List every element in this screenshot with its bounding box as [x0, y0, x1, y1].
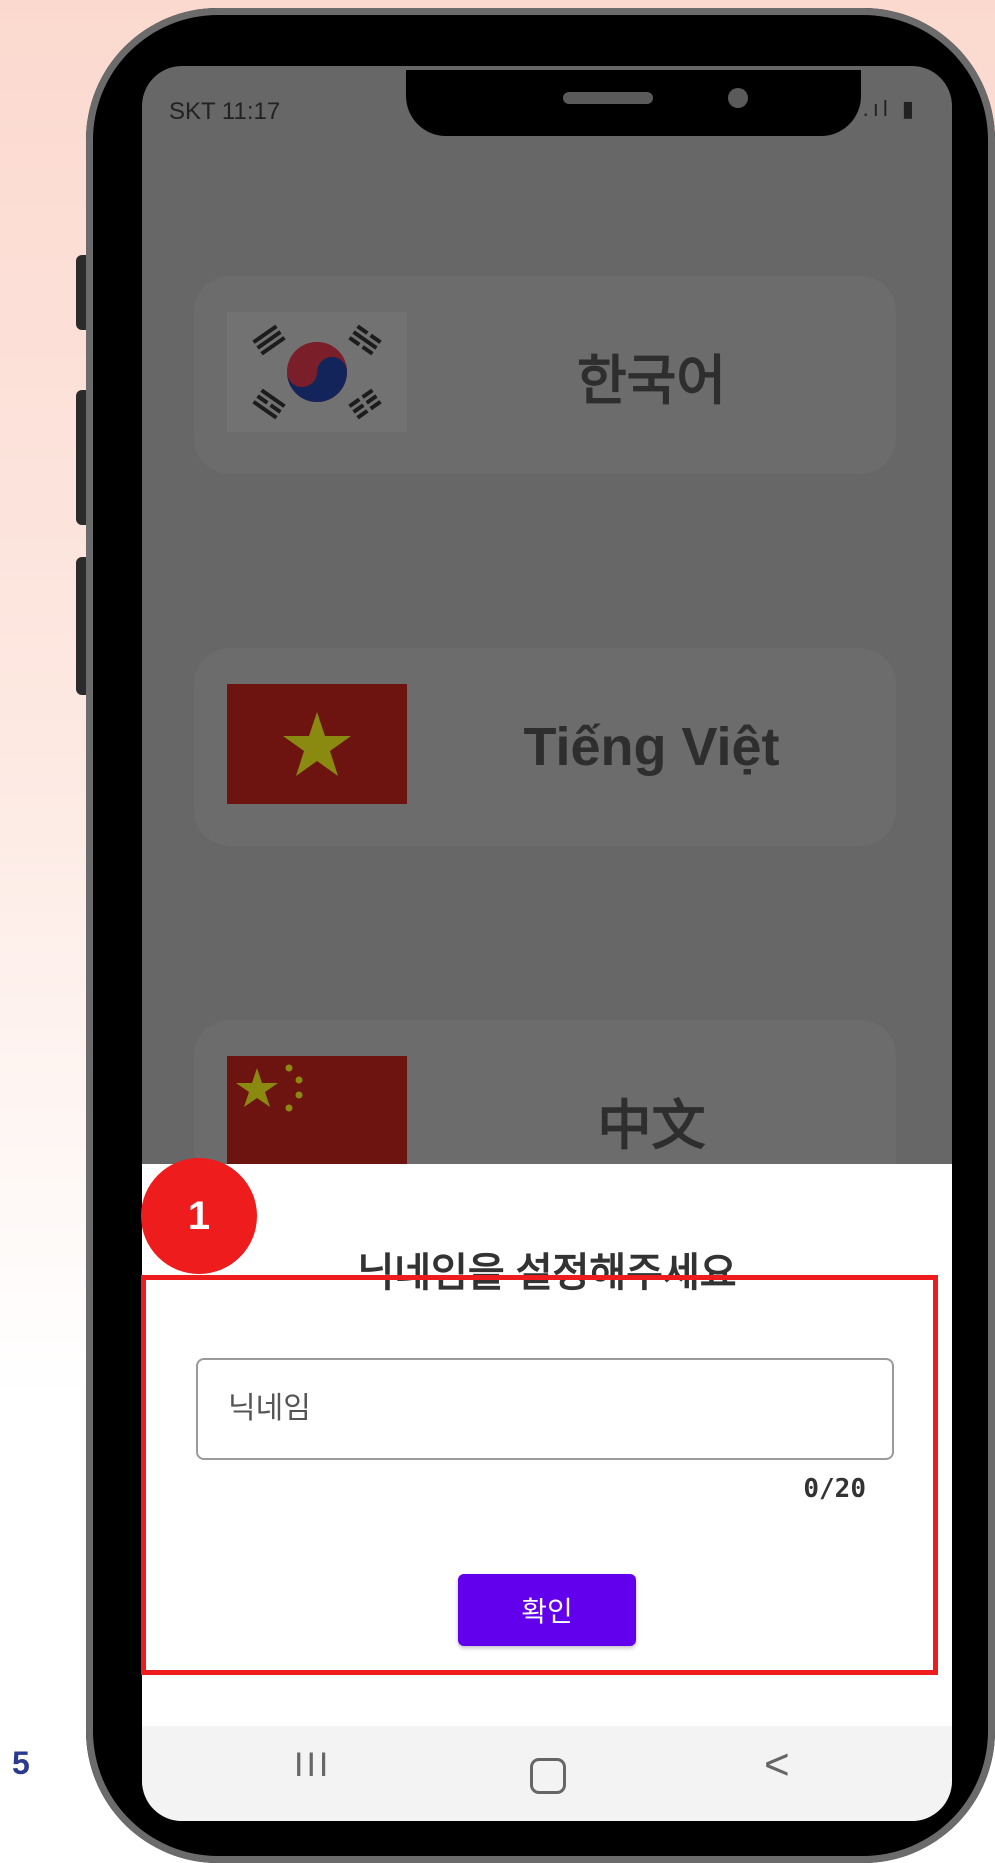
home-icon[interactable] [530, 1758, 566, 1794]
status-carrier-time: SKT 11:17 [169, 98, 281, 125]
language-option-vietnamese[interactable]: Tiếng Việt [194, 648, 896, 846]
speaker-grille [563, 92, 653, 104]
step-badge: 1 [141, 1158, 257, 1274]
back-icon[interactable]: < [764, 1740, 790, 1790]
korea-flag-icon [227, 312, 407, 432]
language-label-vietnamese: Tiếng Việt [523, 717, 780, 777]
front-camera [728, 88, 748, 108]
camera-notch [406, 70, 861, 136]
navigation-bar: III < [142, 1726, 952, 1821]
language-option-korean[interactable]: 한국어 [194, 276, 896, 474]
language-label-korean: 한국어 [576, 350, 727, 411]
highlight-box [141, 1275, 938, 1675]
vietnam-flag-icon [227, 684, 407, 804]
page-number: 5 [12, 1745, 30, 1781]
recent-apps-icon[interactable]: III [294, 1746, 331, 1785]
